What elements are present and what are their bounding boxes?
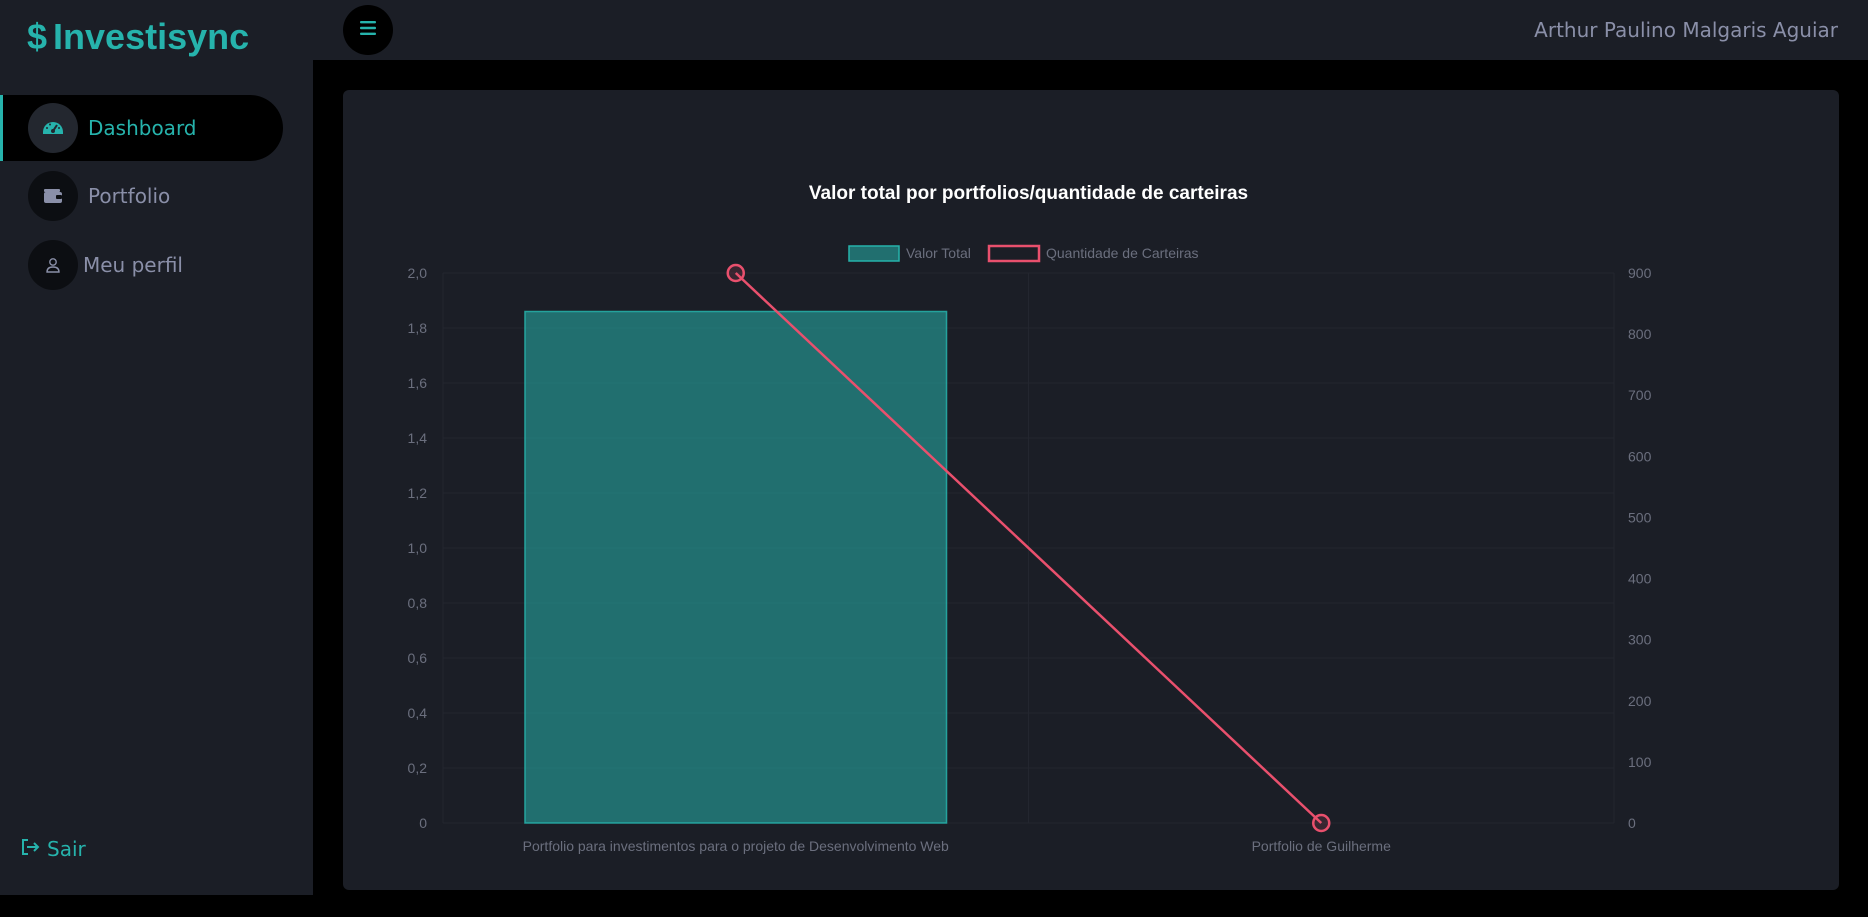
- person-icon: [28, 240, 78, 290]
- logout-label: Sair: [47, 837, 86, 861]
- sidebar-item-portfolio[interactable]: Portfolio: [0, 163, 283, 229]
- user-name[interactable]: Arthur Paulino Malgaris Aguiar: [1534, 0, 1838, 60]
- logout-icon: [19, 836, 41, 863]
- app-logo[interactable]: $ Investisync: [27, 12, 249, 62]
- speedometer-icon: [28, 103, 78, 153]
- sidebar-item-label: Dashboard: [88, 116, 197, 140]
- wallet-icon: [28, 171, 78, 221]
- app-name: Investisync: [53, 16, 250, 57]
- dollar-icon: $: [27, 16, 48, 57]
- hamburger-icon: [359, 20, 377, 40]
- chart-card: [343, 90, 1839, 890]
- menu-toggle-button[interactable]: [343, 5, 393, 55]
- sidebar-item-label: Meu perfil: [83, 253, 183, 277]
- sidebar-item-meu-perfil[interactable]: Meu perfil: [0, 232, 283, 298]
- top-bar: Arthur Paulino Malgaris Aguiar: [313, 0, 1868, 60]
- sidebar-item-dashboard[interactable]: Dashboard: [0, 95, 283, 161]
- sidebar-item-label: Portfolio: [88, 184, 171, 208]
- sidebar: $ Investisync Dashboard Portfolio Meu pe…: [0, 0, 313, 895]
- logout-button[interactable]: Sair: [19, 836, 86, 862]
